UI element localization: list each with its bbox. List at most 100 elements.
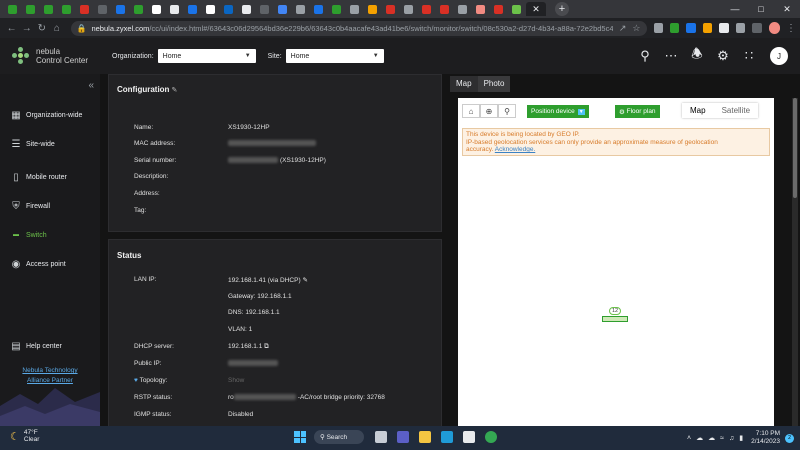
browser-tab[interactable] xyxy=(454,2,471,16)
volume-icon[interactable]: ♫ xyxy=(729,435,734,442)
windows-start-icon[interactable] xyxy=(294,431,306,443)
extension-icon[interactable] xyxy=(669,23,680,33)
teams-icon[interactable] xyxy=(397,431,409,443)
edit-icon[interactable]: ✎ xyxy=(171,87,177,94)
browser-tab[interactable] xyxy=(22,2,39,16)
browser-tab[interactable] xyxy=(58,2,75,16)
forward-icon[interactable]: → xyxy=(19,20,34,36)
address-bar[interactable]: 🔒 nebula.zyxel.com/cc/ui/index.html#/636… xyxy=(70,20,647,36)
lock-icon[interactable]: 🔒 xyxy=(77,24,87,33)
tab-photo[interactable]: Photo xyxy=(477,76,511,92)
home-icon[interactable]: ⌂ xyxy=(49,20,64,36)
browser-tab[interactable] xyxy=(508,2,525,16)
search-icon[interactable]: ⚲ xyxy=(638,48,652,63)
map-type-map[interactable]: Map xyxy=(682,103,714,118)
browser-tab-active[interactable]: ✕ xyxy=(526,2,546,16)
chrome-icon[interactable] xyxy=(485,431,497,443)
browser-tab[interactable] xyxy=(112,2,129,16)
close-window-icon[interactable]: ✕ xyxy=(774,0,800,18)
browser-tab[interactable] xyxy=(436,2,453,16)
topology-show-link[interactable]: Show xyxy=(228,377,244,384)
browser-tab[interactable] xyxy=(166,2,183,16)
browser-tab[interactable] xyxy=(328,2,345,16)
back-icon[interactable]: ← xyxy=(4,20,19,36)
organization-select[interactable]: Home ▼ xyxy=(157,49,256,63)
browser-tab[interactable] xyxy=(184,2,201,16)
copy-icon[interactable]: ⧉ xyxy=(264,343,269,350)
browser-tab[interactable] xyxy=(400,2,417,16)
scrollbar[interactable] xyxy=(792,98,798,426)
battery-icon[interactable]: ▮ xyxy=(739,434,743,442)
bell-icon[interactable]: 🕭 xyxy=(690,46,704,63)
avatar[interactable]: J xyxy=(770,47,788,65)
browser-tab[interactable] xyxy=(310,2,327,16)
share-icon[interactable]: ↗ xyxy=(619,23,627,34)
file-explorer-icon[interactable] xyxy=(419,431,431,443)
new-tab-button[interactable]: + xyxy=(555,2,569,16)
extension-icon[interactable] xyxy=(719,23,729,33)
edge-icon[interactable] xyxy=(441,431,453,443)
browser-tab[interactable] xyxy=(292,2,309,16)
nebula-logo[interactable]: nebula Control Center xyxy=(12,47,98,65)
clock[interactable]: 7:10 PM 2/14/2023 xyxy=(751,430,780,446)
sidebar-item-switch[interactable]: ▬ Switch xyxy=(0,226,100,244)
task-view-icon[interactable] xyxy=(375,431,387,443)
browser-tab[interactable] xyxy=(490,2,507,16)
browser-tab[interactable] xyxy=(256,2,273,16)
map-view[interactable]: ⌂ ⊕ ⚲ Position device ▼ ⚙ Floor plan Map… xyxy=(458,98,774,426)
minimize-icon[interactable]: — xyxy=(722,0,748,18)
maximize-icon[interactable]: □ xyxy=(748,0,774,18)
sidebar-item-firewall[interactable]: ⛨ Firewall xyxy=(0,197,100,215)
browser-tab[interactable] xyxy=(364,2,381,16)
search-icon[interactable]: ⚲ xyxy=(498,104,516,118)
edit-icon[interactable]: ✎ xyxy=(302,277,307,284)
browser-tab[interactable] xyxy=(274,2,291,16)
sidebar-item-site-wide[interactable]: ☰ Site-wide xyxy=(0,135,100,153)
bookmark-star-icon[interactable]: ☆ xyxy=(632,23,640,34)
extension-icon[interactable] xyxy=(702,23,713,33)
sidepanel-icon[interactable] xyxy=(752,23,762,33)
browser-tab[interactable] xyxy=(4,2,21,16)
tab-map[interactable]: Map xyxy=(450,76,478,92)
locate-icon[interactable]: ⊕ xyxy=(480,104,498,118)
browser-tab[interactable] xyxy=(40,2,57,16)
site-select[interactable]: Home ▼ xyxy=(285,49,384,63)
browser-tab[interactable] xyxy=(148,2,165,16)
browser-tab[interactable] xyxy=(472,2,489,16)
browser-tab[interactable] xyxy=(76,2,93,16)
collapse-sidebar-icon[interactable]: « xyxy=(88,80,94,91)
puzzle-icon[interactable] xyxy=(735,23,746,33)
browser-tab[interactable] xyxy=(130,2,147,16)
browser-tab[interactable] xyxy=(202,2,219,16)
notification-badge[interactable]: 2 xyxy=(785,433,794,443)
cloud-icon[interactable]: ☁ xyxy=(696,434,703,442)
position-device-button[interactable]: Position device ▼ xyxy=(527,105,589,118)
browser-tab[interactable] xyxy=(220,2,237,16)
browser-tab[interactable] xyxy=(382,2,399,16)
more-icon[interactable]: ⋯ xyxy=(664,48,678,63)
acknowledge-link[interactable]: Acknowledge. xyxy=(495,146,535,153)
profile-icon[interactable] xyxy=(768,22,781,34)
reload-icon[interactable]: ↻ xyxy=(34,20,49,36)
weather-widget[interactable]: ☾ 47°F Clear xyxy=(10,429,39,443)
browser-tab[interactable] xyxy=(346,2,363,16)
onedrive-icon[interactable]: ☁ xyxy=(708,434,715,442)
device-marker[interactable]: 12 xyxy=(602,307,628,322)
floor-plan-button[interactable]: ⚙ Floor plan xyxy=(615,105,660,118)
browser-tab[interactable] xyxy=(418,2,435,16)
gear-icon[interactable]: ⚙ xyxy=(716,48,730,63)
store-icon[interactable] xyxy=(463,431,475,443)
sidebar-item-access-point[interactable]: ◉ Access point xyxy=(0,255,100,273)
browser-tab[interactable] xyxy=(94,2,111,16)
taskbar-search[interactable]: ⚲ Search xyxy=(314,430,364,444)
map-type-satellite[interactable]: Satellite xyxy=(714,103,758,118)
sidebar-item-mobile-router[interactable]: ▯ Mobile router xyxy=(0,168,100,186)
extension-icon[interactable] xyxy=(653,23,663,33)
browser-menu-icon[interactable]: ⋮ xyxy=(786,23,796,34)
wifi-icon[interactable]: ≈ xyxy=(720,435,724,442)
chevron-up-icon[interactable]: ˄ xyxy=(687,435,691,442)
close-tab-icon[interactable]: ✕ xyxy=(532,4,540,15)
home-icon[interactable]: ⌂ xyxy=(462,104,480,118)
browser-tab[interactable] xyxy=(238,2,255,16)
sidebar-item-organization-wide[interactable]: ▦ Organization-wide xyxy=(0,106,100,124)
